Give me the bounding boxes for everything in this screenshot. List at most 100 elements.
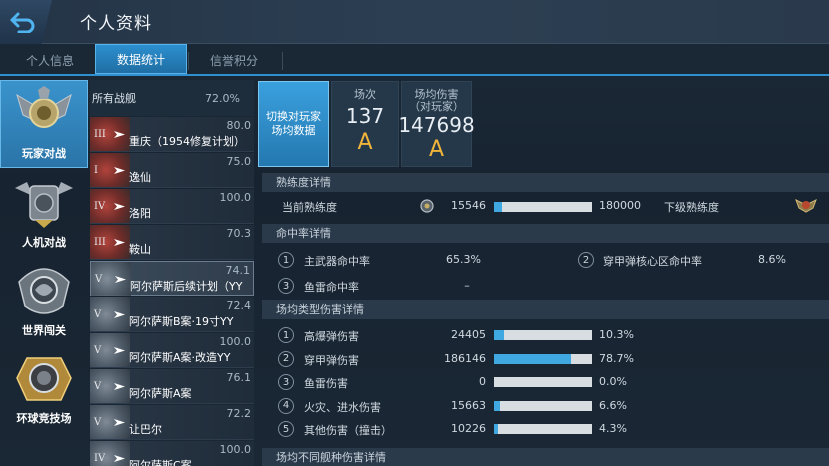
damage-percent: 4.3% [599, 422, 627, 435]
ship-tier: V [94, 381, 102, 392]
current-proficiency-label: 当前熟练度 [282, 201, 337, 214]
battles-label: 场次 [354, 88, 376, 101]
damage-index: 4 [278, 397, 294, 414]
page-title: 个人资料 [80, 14, 152, 34]
ship-class-icon [114, 311, 125, 318]
damage-value: 0 [479, 375, 486, 388]
ship-row[interactable]: V 100.0 阿尔萨斯A案·改造YY [90, 333, 254, 368]
mode-pvp[interactable]: 玩家对战 [0, 80, 88, 168]
mode-label: 人机对战 [22, 236, 66, 249]
tab-reputation[interactable]: 信誉积分 [188, 46, 280, 74]
damage-index: 2 [278, 350, 294, 367]
switch-pvp-average-button[interactable]: 切换对玩家场均数据 [258, 81, 329, 167]
damage-share-bar [494, 424, 592, 434]
current-proficiency-value: 15546 [451, 199, 486, 212]
damage-type-label: 火灾、进水伤害 [304, 400, 381, 414]
next-proficiency-label: 下级熟练度 [664, 201, 719, 214]
ship-tier: IV [94, 201, 106, 212]
switch-label: 切换对玩家场均数据 [266, 110, 321, 137]
pvp-badge-icon [16, 86, 72, 128]
ship-percent: 75.0 [226, 155, 252, 168]
hit-rate-value: 65.3% [446, 253, 481, 266]
ship-row[interactable]: V 76.1 阿尔萨斯A案 [90, 369, 254, 404]
ship-tier: IV [94, 453, 106, 464]
hit-rate-index: 3 [278, 278, 294, 294]
avg-damage-card: 场均伤害（对玩家） 147698 A [398, 81, 475, 167]
tab-divider [282, 52, 283, 70]
ship-name: 阿尔萨斯后续计划（YY [130, 280, 243, 293]
ship-row[interactable]: IV 100.0 阿尔萨斯C案 [90, 441, 254, 466]
ship-percent: 70.3 [226, 227, 252, 240]
mode-world-challenge[interactable]: 世界闯关 [0, 256, 88, 344]
ship-tier: V [94, 417, 102, 428]
damage-type-label: 鱼雷伤害 [304, 377, 348, 390]
proficiency-section-header: 熟练度详情 [262, 173, 829, 192]
ship-percent: 72.4 [226, 299, 252, 312]
ship-tier: V [94, 345, 102, 356]
ship-row[interactable]: IV 100.0 洛阳 [90, 189, 254, 224]
battles-grade: A [357, 130, 373, 155]
ship-row[interactable]: I 75.0 逸仙 [90, 153, 254, 188]
ship-percent: 72.2 [226, 407, 252, 420]
ship-name: 洛阳 [129, 207, 151, 220]
all-ships-percent: 72.0% [205, 91, 240, 105]
damage-type-section-header: 场均类型伤害详情 [262, 300, 829, 319]
ship-class-icon [115, 276, 126, 283]
ship-class-icon [114, 203, 125, 210]
damage-value: 186146 [444, 351, 486, 365]
tab-personal-info[interactable]: 个人信息 [4, 46, 96, 74]
arena-badge-icon [16, 357, 72, 401]
mode-global-arena[interactable]: 环球竞技场 [0, 344, 88, 432]
mode-label: 世界闯关 [22, 324, 66, 337]
mode-label: 玩家对战 [22, 147, 66, 160]
damage-index: 5 [278, 421, 294, 437]
ship-class-icon [114, 347, 125, 354]
ship-tier: I [94, 165, 98, 176]
ship-row[interactable]: V 74.1 阿尔萨斯后续计划（YY [90, 261, 254, 296]
ship-name: 让巴尔 [129, 423, 162, 436]
ship-name: 阿尔萨斯A案·改造YY [129, 351, 231, 364]
ship-percent: 76.1 [226, 371, 252, 384]
ship-percent: 100.0 [219, 335, 252, 348]
back-arrow-icon [10, 12, 35, 33]
ship-percent: 100.0 [219, 443, 252, 456]
ship-name: 阿尔萨斯B案·19寸YY [129, 315, 234, 328]
max-proficiency-value: 180000 [599, 199, 641, 212]
avg-damage-label: 场均伤害（对玩家） [409, 88, 464, 113]
ship-tier: III [94, 129, 106, 140]
proficiency-bar-fill [494, 202, 502, 212]
damage-type-label: 其他伤害（撞击） [304, 424, 392, 437]
pve-badge-icon [15, 182, 73, 228]
ship-tier: III [94, 237, 106, 248]
ship-filter-all[interactable]: 所有战舰 72.0% [90, 80, 254, 116]
damage-percent: 78.7% [599, 351, 634, 365]
all-ships-label: 所有战舰 [92, 92, 136, 105]
damage-percent: 6.6% [599, 398, 627, 412]
mode-pve[interactable]: 人机对战 [0, 168, 88, 256]
ship-class-icon [114, 419, 125, 426]
damage-share-bar [494, 377, 592, 387]
back-button[interactable] [0, 0, 52, 44]
damage-value: 24405 [451, 328, 486, 341]
ship-name: 鞍山 [129, 243, 151, 256]
damage-type-label: 穿甲弹伤害 [304, 353, 359, 367]
ship-class-icon [114, 239, 125, 246]
hit-rate-label: 穿甲弹核心区命中率 [603, 255, 702, 268]
ship-tier: V [94, 309, 102, 320]
battles-card: 场次 137 A [331, 81, 399, 167]
damage-share-bar [494, 400, 592, 411]
proficiency-bar [494, 202, 592, 212]
ship-percent: 80.0 [226, 119, 252, 132]
mode-list: 玩家对战 人机对战 世界闯关 环球竞技场 [0, 78, 88, 466]
ship-name: 逸仙 [129, 171, 151, 184]
ship-row[interactable]: V 72.4 阿尔萨斯B案·19寸YY [90, 297, 254, 332]
damage-value: 10226 [451, 422, 486, 435]
ship-name: 阿尔萨斯A案 [129, 387, 192, 400]
ship-list[interactable]: 所有战舰 72.0% III 80.0 重庆（1954修复计划） I 75.0 逸仙 IV 1… [90, 80, 254, 466]
world-badge-icon [18, 268, 70, 314]
ship-class-icon [114, 131, 125, 138]
ship-row[interactable]: III 80.0 重庆（1954修复计划） [90, 117, 254, 152]
tab-data-stats[interactable]: 数据统计 [95, 44, 187, 74]
ship-row[interactable]: V 72.2 让巴尔 [90, 405, 254, 440]
ship-row[interactable]: III 70.3 鞍山 [90, 225, 254, 260]
